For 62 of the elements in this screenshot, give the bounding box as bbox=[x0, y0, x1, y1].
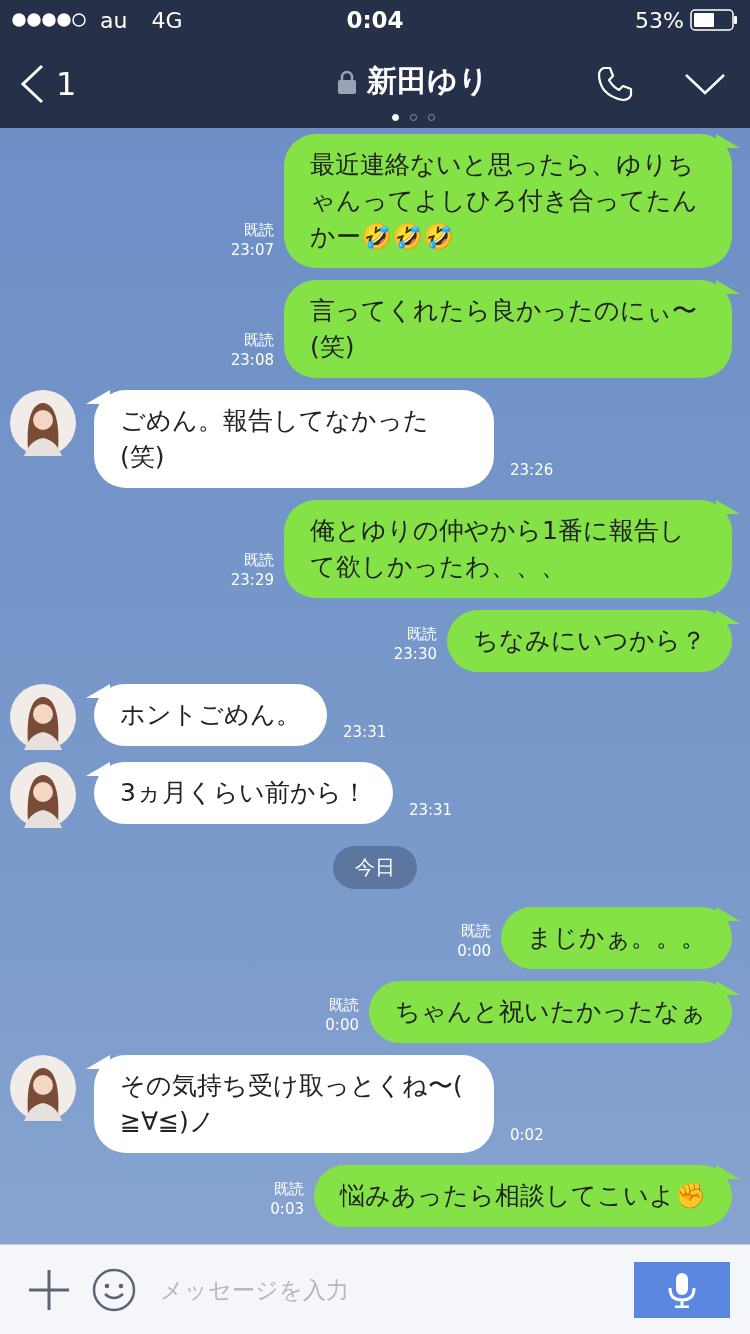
message-time: 23:26 bbox=[510, 460, 554, 480]
message-time: 23:07 bbox=[230, 240, 274, 260]
message-time: 0:02 bbox=[510, 1125, 544, 1145]
read-receipt: 既読 bbox=[329, 995, 359, 1015]
network-label: 4G bbox=[151, 7, 183, 33]
chevron-left-icon bbox=[20, 64, 44, 104]
read-receipt: 既読 bbox=[244, 550, 274, 570]
bubble-tail bbox=[86, 762, 110, 776]
message-time: 23:31 bbox=[343, 722, 387, 742]
avatar-icon[interactable] bbox=[10, 762, 76, 828]
bubble-tail bbox=[86, 684, 110, 698]
chevron-down-icon[interactable] bbox=[684, 72, 726, 96]
message-bubble: 俺とゆりの仲やから1番に報告して欲しかったわ、、、 bbox=[284, 500, 732, 598]
bubble-tail bbox=[86, 1055, 110, 1069]
read-receipt: 既読 bbox=[274, 1179, 304, 1199]
signal-icon bbox=[12, 13, 86, 27]
bubble-tail bbox=[716, 610, 740, 624]
lock-icon bbox=[337, 69, 357, 94]
bubble-tail bbox=[716, 1165, 740, 1179]
message-time: 0:00 bbox=[457, 941, 491, 961]
bubble-tail bbox=[716, 500, 740, 514]
bubble-tail bbox=[86, 390, 110, 404]
message-time: 23:31 bbox=[408, 800, 453, 820]
message-bubble: ちなみにいつから？ bbox=[447, 610, 732, 672]
message-time: 23:30 bbox=[393, 644, 437, 664]
plus-icon[interactable] bbox=[28, 1268, 70, 1311]
read-receipt: 既読 bbox=[407, 624, 437, 644]
clock: 0:04 bbox=[346, 7, 404, 33]
carrier-label: au bbox=[100, 7, 128, 33]
avatar-icon[interactable] bbox=[10, 684, 76, 750]
message-bubble: ごめん。報告してなかった(笑) bbox=[94, 390, 494, 488]
avatar-icon[interactable] bbox=[10, 390, 76, 456]
microphone-button[interactable] bbox=[634, 1261, 730, 1318]
chat-title: 新田ゆり bbox=[367, 62, 489, 100]
message-bubble: 最近連絡ないと思ったら、ゆりちゃんってよしひろ付き合ってたんかー🤣🤣🤣 bbox=[284, 134, 732, 268]
microphone-icon bbox=[667, 1271, 697, 1308]
message-bubble: その気持ち受け取っとくね〜( ≧∀≦)ノ bbox=[94, 1055, 494, 1153]
read-receipt: 既読 bbox=[244, 220, 274, 240]
bubble-tail bbox=[716, 134, 740, 148]
message-bubble: 言ってくれたら良かったのにぃ〜(笑) bbox=[284, 280, 732, 378]
back-button[interactable]: 1 bbox=[20, 64, 280, 104]
message-time: 23:08 bbox=[230, 350, 274, 370]
read-receipt: 既読 bbox=[461, 921, 491, 941]
date-label: 今日 bbox=[333, 846, 417, 889]
message-bubble: まじかぁ。。。 bbox=[501, 907, 732, 969]
bubble-tail bbox=[716, 280, 740, 294]
message-bubble: ホントごめん。 bbox=[94, 684, 327, 746]
bubble-tail bbox=[716, 907, 740, 921]
read-receipt: 既読 bbox=[244, 330, 274, 350]
bubble-tail bbox=[716, 981, 740, 995]
message-time: 0:00 bbox=[325, 1015, 359, 1035]
message-bubble: 悩みあったら相談してこいよ✊ bbox=[314, 1165, 732, 1227]
message-bubble: 3ヵ月くらい前から！ bbox=[94, 762, 393, 824]
smiley-icon[interactable] bbox=[92, 1267, 136, 1312]
message-bubble: ちゃんと祝いたかったなぁ bbox=[369, 981, 732, 1043]
message-time: 0:03 bbox=[270, 1199, 304, 1219]
avatar-icon[interactable] bbox=[10, 1055, 76, 1121]
message-time: 23:29 bbox=[230, 570, 274, 590]
battery-percent: 53% bbox=[635, 7, 684, 33]
battery-icon bbox=[690, 9, 738, 31]
phone-icon[interactable] bbox=[596, 65, 634, 103]
message-input[interactable]: メッセージを入力 bbox=[158, 1275, 612, 1304]
